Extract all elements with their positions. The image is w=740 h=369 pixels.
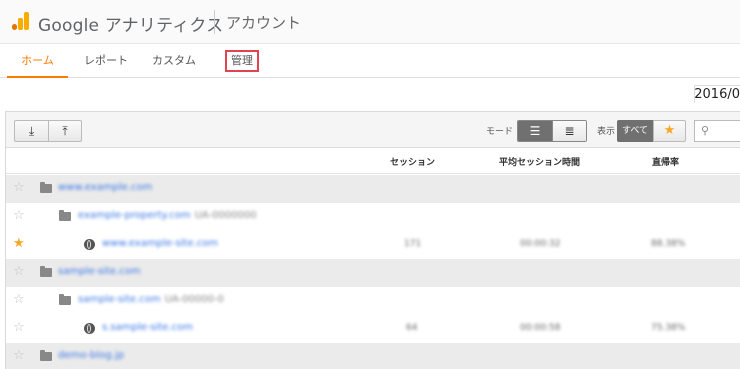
table-row[interactable]: ☆ example-property.com UA-0000000 (6, 203, 740, 231)
column-headers: セッション 平均セッション時間 直帰率 (6, 148, 740, 174)
search-icon: ⚲ (700, 124, 710, 137)
col-sessions[interactable]: セッション (390, 155, 435, 168)
bounce-value: 88.38% (651, 239, 686, 249)
row-name-link[interactable]: sample-site.com (58, 266, 141, 277)
collapse-all-button[interactable]: ⤒ (48, 121, 81, 141)
duration-value: 00:00:58 (520, 323, 561, 333)
explorer-toolbar: ⤓ ⤒ モード ☰ ≣ 表示 すべて ★ ⚲ (6, 112, 740, 148)
main-nav: ホーム レポート カスタム 管理 (0, 44, 740, 78)
collapse-all-icon: ⤒ (62, 124, 68, 138)
show-all-button[interactable]: すべて (617, 120, 653, 142)
folder-icon (40, 182, 52, 193)
star-toggle-icon[interactable]: ☆ (13, 209, 25, 223)
bounce-value: 75.38% (651, 323, 686, 333)
duration-value: 00:00:32 (520, 239, 561, 249)
row-name-link[interactable]: demo-blog.jp (58, 350, 124, 361)
tab-admin[interactable]: 管理 (225, 50, 259, 72)
header-divider (214, 10, 215, 34)
row-name-link[interactable]: example-property.com UA-0000000 (78, 210, 257, 221)
expand-collapse-group: ⤓ ⤒ (14, 120, 82, 142)
mode-toggle: ☰ ≣ (517, 120, 587, 142)
expand-all-button[interactable]: ⤓ (15, 121, 48, 141)
sessions-value: 171 (404, 239, 422, 249)
globe-icon (84, 323, 95, 334)
star-toggle-icon[interactable]: ★ (13, 237, 25, 251)
folder-icon (59, 210, 71, 221)
show-starred-button[interactable]: ★ (653, 120, 686, 142)
tree-view-icon: ☰ (529, 124, 541, 138)
expand-all-icon: ⤓ (28, 124, 35, 138)
star-toggle-icon[interactable]: ☆ (13, 293, 25, 307)
star-toggle-icon[interactable]: ☆ (13, 265, 25, 279)
app-title[interactable]: Google アナリティクス (38, 11, 223, 36)
tab-reports[interactable]: レポート (80, 44, 132, 78)
account-selector[interactable]: アカウント (226, 12, 301, 33)
col-avg-session-duration[interactable]: 平均セッション時間 (499, 155, 580, 168)
star-toggle-icon[interactable]: ☆ (13, 181, 25, 195)
tree-view-button[interactable]: ☰ (518, 121, 552, 141)
account-explorer: ⤓ ⤒ モード ☰ ≣ 表示 すべて ★ ⚲ セッション 平均セッション時間 直… (5, 111, 740, 369)
date-range[interactable]: 2016/0 (694, 87, 740, 102)
sessions-value: 64 (406, 323, 418, 333)
table-row[interactable]: ☆ sample-site.com (6, 259, 740, 287)
show-label: 表示 (597, 127, 616, 137)
col-bounce-rate[interactable]: 直帰率 (652, 155, 679, 168)
row-name-link[interactable]: www.example.com (58, 182, 152, 193)
table-row[interactable]: ☆ s.sample-site.com 64 00:00:58 75.38% (6, 315, 740, 343)
row-name-link[interactable]: sample-site.com UA-00000-0 (78, 294, 224, 305)
folder-icon (59, 294, 71, 305)
mode-label: モード (486, 127, 514, 137)
list-view-button[interactable]: ≣ (552, 121, 586, 141)
search-input[interactable]: ⚲ (694, 120, 740, 142)
row-name-link[interactable]: www.example-site.com (102, 238, 218, 249)
table-row[interactable]: ☆ www.example.com (6, 175, 740, 203)
globe-icon (84, 239, 95, 250)
row-name-link[interactable]: s.sample-site.com (102, 322, 193, 333)
list-view-icon: ≣ (564, 124, 575, 138)
table-row[interactable]: ☆ sample-site.com UA-00000-0 (6, 287, 740, 315)
table-row[interactable]: ☆ demo-blog.jp (6, 343, 740, 369)
tab-custom[interactable]: カスタム (146, 44, 202, 78)
app-header: Google アナリティクス アカウント (0, 0, 740, 44)
tab-home[interactable]: ホーム (7, 44, 68, 78)
star-toggle-icon[interactable]: ☆ (13, 349, 25, 363)
analytics-logo-icon[interactable] (12, 12, 30, 30)
star-icon: ★ (663, 123, 676, 138)
folder-icon (40, 266, 52, 277)
star-toggle-icon[interactable]: ☆ (13, 321, 25, 335)
table-row[interactable]: ★ www.example-site.com 171 00:00:32 88.3… (6, 231, 740, 259)
folder-icon (40, 350, 52, 361)
